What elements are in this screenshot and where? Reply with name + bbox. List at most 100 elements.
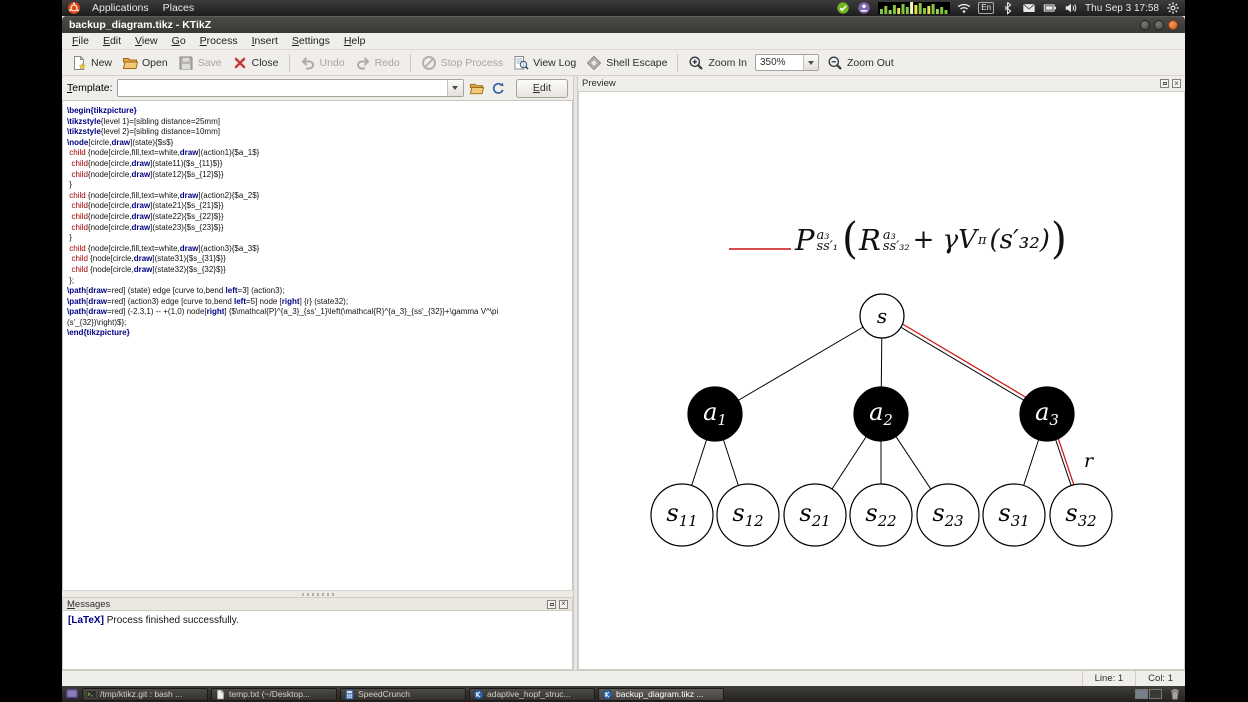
menu-edit[interactable]: Edit [96,34,128,48]
code-line[interactable]: \node[circle,draw](state){$s$} [67,138,572,149]
statusbar: Line: 1 Col: 1 [62,670,1185,686]
save-icon [178,55,194,71]
close-button[interactable]: Close [227,53,284,73]
formula-supsub: a₃ ss′₁ [816,227,839,254]
splitter-grip[interactable] [302,593,336,596]
taskbar-item[interactable]: SpeedCrunch [340,687,466,701]
template-label: Template: [67,82,113,94]
code-line[interactable]: \end{tikzpicture} [67,328,572,339]
code-editor[interactable]: \begin{tikzpicture} \tikzstyle{level 1}=[… [62,100,573,590]
open-button[interactable]: Open [117,53,173,73]
preview-detach-button[interactable] [1160,79,1169,88]
formula-text: + γV [912,225,977,255]
zoom-out-button[interactable]: Zoom Out [822,53,899,73]
terminal-icon [86,689,97,700]
code-line[interactable]: child {node[circle,fill,text=white,draw]… [67,244,572,255]
wifi-icon[interactable] [957,1,971,15]
shell-escape-button[interactable]: Shell Escape [581,53,672,73]
update-ok-icon[interactable] [836,1,850,15]
template-reload-icon[interactable] [490,79,508,97]
message-text: Process finished successfully. [103,615,239,626]
code-line[interactable]: child {node[circle,fill,text=white,draw]… [67,148,572,159]
zoom-in-button[interactable]: Zoom In [683,53,752,73]
menu-settings[interactable]: Settings [285,34,337,48]
toolbar-separator [409,53,411,72]
code-line[interactable]: \begin{tikzpicture} [67,106,572,117]
code-line[interactable]: child {node[circle,draw](state31){$s_{31… [67,254,572,265]
editor-column: Template: Edit \begin{tikzpicture} \tikzs… [62,76,573,670]
taskbar-item[interactable]: /tmp/ktikz.git : bash ... [82,687,208,701]
shell-escape-icon [586,55,602,71]
taskbar-item[interactable]: temp.txt (~/Desktop... [211,687,337,701]
maximize-button[interactable] [1154,20,1164,30]
messages-close-button[interactable]: × [559,599,568,609]
editor-messages-splitter[interactable] [62,590,573,597]
ktikz-icon [602,688,613,700]
menu-file[interactable]: File [65,34,96,48]
titlebar[interactable]: backup_diagram.tikz - KTikZ [62,16,1185,33]
toolbar-separator [677,53,679,72]
code-line[interactable]: child{node[circle,draw](state21){$s_{21}… [67,201,572,212]
trash-icon[interactable] [1168,687,1182,701]
zoom-in-icon [688,55,704,71]
code-line[interactable]: \tikzstyle{level 2}=[sibling distance=10… [67,127,572,138]
workspace-switcher[interactable] [1135,689,1162,699]
code-line[interactable]: } [67,180,572,191]
menu-go[interactable]: Go [165,34,193,48]
code-line[interactable]: \path[draw=red] (state) edge [curve to,b… [67,286,572,297]
clock[interactable]: Thu Sep 3 17:58 [1085,3,1159,14]
minimize-button[interactable] [1140,20,1150,30]
formula-paren: ) [1050,212,1067,264]
code-line[interactable]: } [67,233,572,244]
code-line[interactable]: child{node[circle,draw](state11){$s_{11}… [67,159,572,170]
svg-text:s: s [877,304,887,328]
toolbar-button-label: Undo [319,56,345,69]
menu-view[interactable]: View [128,34,165,48]
places-menu[interactable]: Places [160,2,198,14]
template-open-icon[interactable] [468,79,486,97]
formula-supsub: a₃ ss′₃₂ [882,227,910,254]
code-line[interactable]: \path[draw=red] (action3) edge [curve to… [67,297,572,308]
code-line[interactable]: child {node[circle,draw](state32){$s_{32… [67,265,572,276]
toolbar-button-label: Save [197,56,222,69]
taskbar-item[interactable]: adaptive_hopf_struc... [469,687,595,701]
messages-detach-button[interactable] [547,599,556,609]
code-line[interactable]: \tikzstyle{level 1}=[sibling distance=25… [67,117,572,128]
view-log-button[interactable]: View Log [508,53,581,73]
code-line[interactable]: child{node[circle,draw](state22){$s_{22}… [67,212,572,223]
show-desktop-icon[interactable] [65,687,79,701]
template-combobox[interactable] [116,79,464,97]
code-line[interactable]: child {node[circle,fill,text=white,draw]… [67,191,572,202]
keyboard-layout-indicator[interactable]: En [978,2,995,14]
template-edit-button[interactable]: Edit [515,78,568,98]
code-line[interactable]: \path[draw=red] (-2.3,1) -- +(1,0) node[… [67,307,572,318]
code-line[interactable]: child{node[circle,draw](state12){$s_{12}… [67,170,572,181]
menu-bar: File Edit View Go Process Insert Settings Help [62,33,1185,50]
taskbar-item-label: /tmp/ktikz.git : bash ... [100,689,183,699]
menu-process[interactable]: Process [193,34,245,48]
combo-arrow-icon[interactable] [803,55,818,70]
applications-menu[interactable]: Applications [89,2,152,14]
audio-visualizer[interactable] [878,2,951,14]
taskbar-right [1135,687,1182,701]
taskbar-item[interactable]: backup_diagram.tikz ... [598,687,724,701]
code-line[interactable]: (s'_{32})\right)$}; [67,318,572,329]
code-line[interactable]: }; [67,276,572,287]
template-combo-arrow-icon[interactable] [446,80,463,96]
code-line[interactable]: child{node[circle,draw](state23){$s_{23}… [67,223,572,234]
close-window-button[interactable] [1168,20,1178,30]
ubuntu-logo-icon[interactable] [67,1,81,15]
volume-icon[interactable] [1064,1,1078,15]
session-indicator-icon[interactable] [857,1,871,15]
session-gear-icon[interactable] [1166,1,1180,15]
toolbar: New Open Save Close Undo Redo Stop Process View… [62,50,1185,76]
bluetooth-icon[interactable] [1001,1,1015,15]
top-panel: Applications Places En Thu Sep 3 17:58 [62,0,1185,16]
zoom-level-combo[interactable]: 350% [755,54,819,71]
menu-insert[interactable]: Insert [245,34,285,48]
menu-help[interactable]: Help [337,34,373,48]
battery-icon[interactable] [1043,1,1057,15]
new-button[interactable]: New [66,53,117,73]
mail-icon[interactable] [1022,1,1036,15]
preview-close-button[interactable]: × [1172,79,1181,88]
